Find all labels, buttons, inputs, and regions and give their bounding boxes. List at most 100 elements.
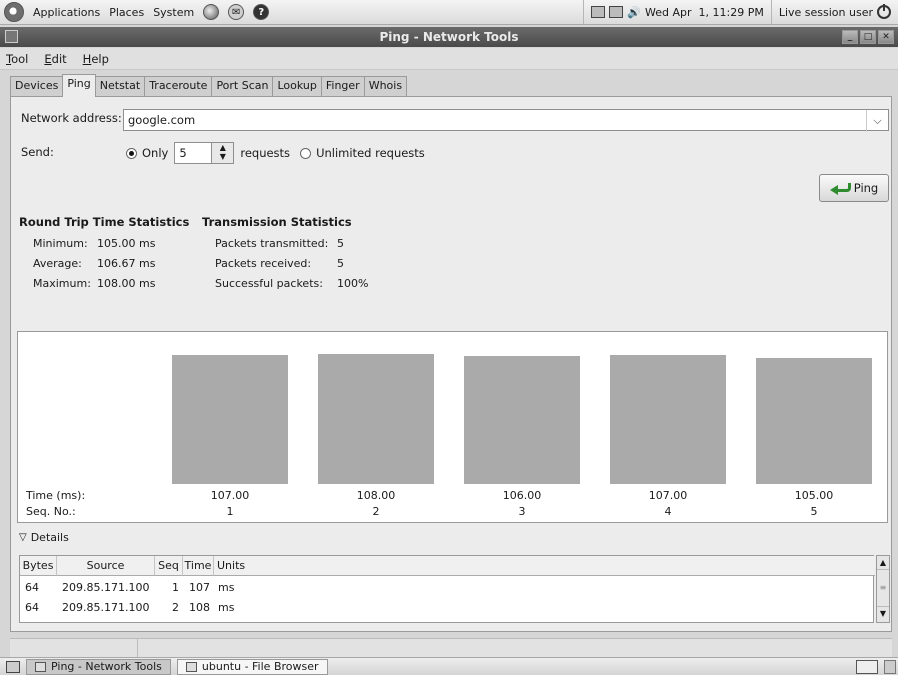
tray: 🔊 Wed Apr 1, 11:29 PM <box>583 0 771 24</box>
user-indicator[interactable]: Live session user <box>770 0 898 24</box>
clock[interactable]: Wed Apr 1, 11:29 PM <box>645 6 764 19</box>
seq-axis-label: Seq. No.: <box>26 505 76 518</box>
minimize-button[interactable]: _ <box>842 30 858 44</box>
scroll-up-icon[interactable]: ▲ <box>877 556 889 570</box>
close-button[interactable]: ✕ <box>878 30 894 44</box>
tab-whois[interactable]: Whois <box>363 76 408 97</box>
unlimited-radio[interactable] <box>300 147 312 159</box>
cell-time: 107 <box>189 580 210 594</box>
workspace-switcher-icon[interactable] <box>856 659 878 674</box>
time-value-label: 106.00 <box>502 489 542 502</box>
ping-bar-5 <box>756 358 872 484</box>
time-value-label: 107.00 <box>648 489 688 502</box>
tab-traceroute[interactable]: Traceroute <box>144 76 213 97</box>
cell-bytes: 64 <box>25 580 39 594</box>
ping-bar-4 <box>610 355 726 484</box>
ping-graph: Time (ms): Seq. No.: 107.00 1 108.00 2 106.0… <box>17 331 888 523</box>
expander-triangle-icon: ▽ <box>19 532 27 543</box>
network-address-input[interactable]: google.com <box>128 113 195 127</box>
seq-label: 2 <box>372 505 380 518</box>
volume-icon[interactable]: 🔊 <box>627 6 641 19</box>
cell-seq: 2 <box>172 600 179 614</box>
seq-label: 3 <box>518 505 526 518</box>
tab-finger[interactable]: Finger <box>320 76 365 97</box>
mail-icon[interactable]: ✉ <box>228 4 245 20</box>
details-expander[interactable]: ▽ Details <box>19 531 69 544</box>
time-axis-label: Time (ms): <box>26 489 86 502</box>
cell-source: 209.85.171.100 <box>62 580 150 594</box>
seq-label: 1 <box>226 505 234 518</box>
menu-tool[interactable]: Tool <box>6 52 28 66</box>
window-titlebar[interactable]: Ping - Network Tools _ □ ✕ <box>0 27 898 47</box>
tab-devices[interactable]: Devices <box>10 76 64 97</box>
col-bytes[interactable]: Bytes <box>20 556 57 576</box>
tab-lookup[interactable]: Lookup <box>272 76 322 97</box>
window-menu-icon[interactable] <box>5 30 18 43</box>
details-scrollbar[interactable]: ▲ ≡ ▼ <box>876 555 890 623</box>
ping-tab-page: Network address: google.com ⌵ Send: Only… <box>10 96 892 632</box>
max-value: 108.00 ms <box>97 277 156 290</box>
applications-menu[interactable]: Applications <box>33 6 100 19</box>
success-value: 100% <box>337 277 369 290</box>
scroll-down-icon[interactable]: ▼ <box>877 606 889 620</box>
chevron-down-icon[interactable]: ⌵ <box>866 110 888 132</box>
trash-icon[interactable] <box>884 659 896 674</box>
max-label: Maximum: <box>33 277 91 290</box>
count-stepper[interactable]: ▲ ▼ <box>212 142 235 164</box>
ping-bar-2 <box>318 354 434 484</box>
network-address-combobox[interactable]: google.com ⌵ <box>123 109 889 132</box>
places-menu[interactable]: Places <box>109 6 144 19</box>
cell-source: 209.85.171.100 <box>62 600 150 614</box>
scroll-thumb[interactable]: ≡ <box>877 570 889 606</box>
time-value-label: 108.00 <box>356 489 396 502</box>
menubar: Tool Edit Help <box>0 48 898 70</box>
tab-port-scan[interactable]: Port Scan <box>211 76 274 97</box>
col-source[interactable]: Source <box>57 556 155 576</box>
col-seq[interactable]: Seq <box>155 556 183 576</box>
sent-value: 5 <box>337 237 344 250</box>
maximize-button[interactable]: □ <box>860 30 876 44</box>
gnome-logo-icon[interactable] <box>4 2 24 22</box>
ping-button[interactable]: Ping <box>819 174 889 202</box>
user-label: Live session user <box>778 5 873 19</box>
power-icon[interactable] <box>877 4 891 19</box>
ping-button-label: Ping <box>853 181 879 195</box>
menu-help[interactable]: Help <box>83 52 109 66</box>
web-browser-icon[interactable] <box>203 4 220 20</box>
statusbar <box>10 638 892 657</box>
ping-bar-1 <box>172 355 288 484</box>
tab-ping[interactable]: Ping <box>62 74 96 97</box>
recv-value: 5 <box>337 257 344 270</box>
task-label: Ping - Network Tools <box>51 660 162 673</box>
task-file-browser[interactable]: ubuntu - File Browser <box>176 658 328 675</box>
count-input[interactable]: 5 <box>174 142 213 164</box>
show-desktop-icon[interactable] <box>6 660 20 673</box>
task-ping-network-tools[interactable]: Ping - Network Tools <box>26 658 171 675</box>
send-label: Send: <box>21 145 54 159</box>
cell-units: ms <box>218 600 235 614</box>
top-panel: Applications Places System ✉ ? 🔊 Wed Apr… <box>0 0 898 25</box>
seq-label: 5 <box>810 505 818 518</box>
menu-edit[interactable]: Edit <box>44 52 66 66</box>
cell-units: ms <box>218 580 235 594</box>
system-menu[interactable]: System <box>153 6 194 19</box>
col-units[interactable]: Units <box>214 556 875 576</box>
avg-label: Average: <box>33 257 82 270</box>
statusbar-segment <box>10 639 138 657</box>
success-label: Successful packets: <box>215 277 323 290</box>
notification-icon[interactable] <box>609 6 624 18</box>
only-label: Only <box>142 146 169 160</box>
folder-icon <box>185 661 197 672</box>
window-icon <box>35 661 46 672</box>
cell-seq: 1 <box>172 580 179 594</box>
cell-time: 108 <box>189 600 210 614</box>
details-table: Bytes Source Seq Time Units 64 209.85.17… <box>19 555 875 623</box>
details-label: Details <box>30 531 69 544</box>
requests-label: requests <box>240 146 291 160</box>
only-radio[interactable] <box>126 147 137 159</box>
tab-netstat[interactable]: Netstat <box>94 76 146 97</box>
panel-menus: Applications Places System ✉ ? <box>0 2 270 22</box>
network-icon[interactable] <box>591 6 606 18</box>
col-time[interactable]: Time <box>183 556 214 576</box>
help-icon[interactable]: ? <box>253 4 270 20</box>
